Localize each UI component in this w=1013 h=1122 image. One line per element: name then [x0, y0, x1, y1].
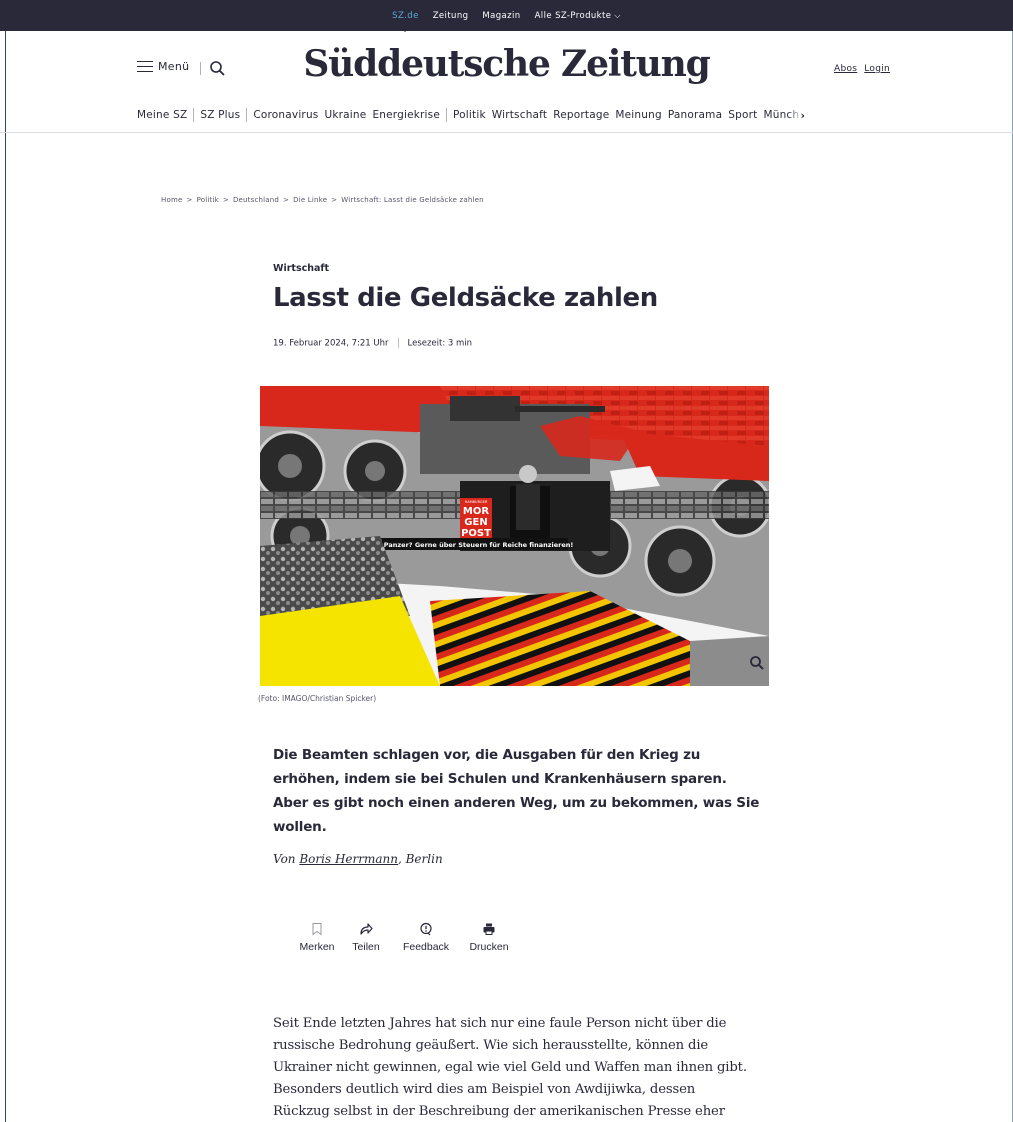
image-caption: (Foto: IMAGO/Christian Spicker) [258, 694, 377, 703]
feedback-label: Feedback [402, 941, 450, 953]
drucken-label: Drucken [469, 941, 509, 953]
byline-location: , Berlin [397, 852, 443, 866]
nav-item-muenchen[interactable]: Münchener [763, 109, 799, 121]
nav-divider [446, 108, 448, 122]
nav-item-coronavirus[interactable]: Coronavirus [253, 109, 318, 121]
breadcrumb-home[interactable]: Home [161, 196, 182, 204]
nav-item-wirtschaft[interactable]: Wirtschaft [492, 109, 547, 121]
feedback-button[interactable]: Feedback [392, 922, 460, 953]
drucken-button[interactable]: Drucken [463, 922, 515, 953]
article-hero-image[interactable]: HAMBURGER MOR GEN POST Neue Panzer? Gern… [260, 386, 769, 686]
author-link[interactable]: Boris Herrmann [299, 852, 398, 866]
login-link[interactable]: Login [864, 64, 890, 74]
topbar-products-label: Alle SZ-Produkte [534, 10, 612, 21]
breadcrumb-deutschland[interactable]: Deutschland [233, 196, 279, 204]
nav-item-reportage[interactable]: Reportage [553, 109, 609, 121]
topbar-link-products[interactable]: Alle SZ-Produkte ⌵ [535, 11, 621, 21]
image-banner-text: Neue Panzer? Gerne über Steuern für Reic… [363, 541, 574, 549]
breadcrumb-die-linke[interactable]: Die Linke [293, 196, 327, 204]
breadcrumb-politik[interactable]: Politik [197, 196, 219, 204]
top-bar: SZ.de Zeitung Magazin Alle SZ-Produkte ⌵ [0, 0, 1013, 32]
topbar-link-zeitung[interactable]: Zeitung [433, 11, 469, 21]
article-actions: Merken Teilen Feedback Drucken [290, 922, 515, 953]
nav-item-meine-sz[interactable]: Meine SZ [137, 109, 187, 121]
nav-item-meinung[interactable]: Meinung [615, 109, 661, 121]
article-kicker: Wirtschaft [273, 263, 330, 274]
header-links: Abos Login [834, 64, 890, 74]
share-icon [360, 923, 373, 935]
zoom-icon[interactable] [749, 655, 765, 671]
main-nav: Meine SZ SZ Plus Coronavirus Ukraine Ene… [137, 106, 805, 124]
nav-divider [246, 108, 248, 122]
article-body: Seit Ende letzten Jahres hat sich nur ei… [273, 1016, 747, 1119]
chevron-right-icon[interactable]: › [800, 109, 805, 122]
nav-item-sz-plus[interactable]: SZ Plus [200, 109, 240, 121]
nav-item-ukraine[interactable]: Ukraine [324, 109, 366, 121]
site-header: Menü Süddeutsche Zeitung Abos Login Mein… [0, 31, 1013, 133]
print-icon [483, 923, 495, 935]
nav-divider [193, 108, 195, 122]
nav-item-sport[interactable]: Sport [728, 109, 757, 121]
image-logo-line-4: POST [461, 528, 491, 539]
nav-item-politik[interactable]: Politik [453, 109, 486, 121]
article-title: Lasst die Geldsäcke zahlen [273, 283, 658, 313]
nav-item-energiekrise[interactable]: Energiekrise [372, 109, 440, 121]
chevron-down-icon: ⌵ [614, 10, 621, 20]
nav-item-panorama[interactable]: Panorama [668, 109, 722, 121]
breadcrumb-current: Wirtschaft: Lasst die Geldsäcke zahlen [341, 196, 484, 204]
byline: Von Boris Herrmann, Berlin [273, 852, 443, 866]
abos-link[interactable]: Abos [834, 64, 857, 74]
article-lead: Die Beamten schlagen vor, die Ausgaben f… [273, 747, 760, 835]
article-date: 19. Februar 2024, 7:21 Uhr [273, 338, 389, 349]
teilen-label: Teilen [352, 941, 380, 953]
window-frame-left [5, 0, 6, 1122]
byline-prefix: Von [273, 852, 296, 866]
merken-label: Merken [299, 941, 335, 953]
bookmark-icon [312, 923, 322, 936]
reading-time: Lesezeit: 3 min [407, 338, 473, 349]
feedback-icon [420, 922, 432, 936]
breadcrumb: Home > Politik > Deutschland > Die Linke > Wirts… [161, 196, 484, 204]
image-logo-line-1: HAMBURGER [465, 500, 488, 504]
image-logo-line-2: MOR [463, 506, 489, 517]
article-meta: 19. Februar 2024, 7:21 Uhr Lesezeit: 3 mi… [273, 338, 472, 349]
image-logo-line-3: GEN [464, 517, 487, 528]
merken-button[interactable]: Merken [290, 922, 344, 953]
topbar-link-szde[interactable]: SZ.de [392, 11, 419, 32]
topbar-link-magazin[interactable]: Magazin [482, 11, 520, 21]
teilen-button[interactable]: Teilen [344, 922, 388, 953]
